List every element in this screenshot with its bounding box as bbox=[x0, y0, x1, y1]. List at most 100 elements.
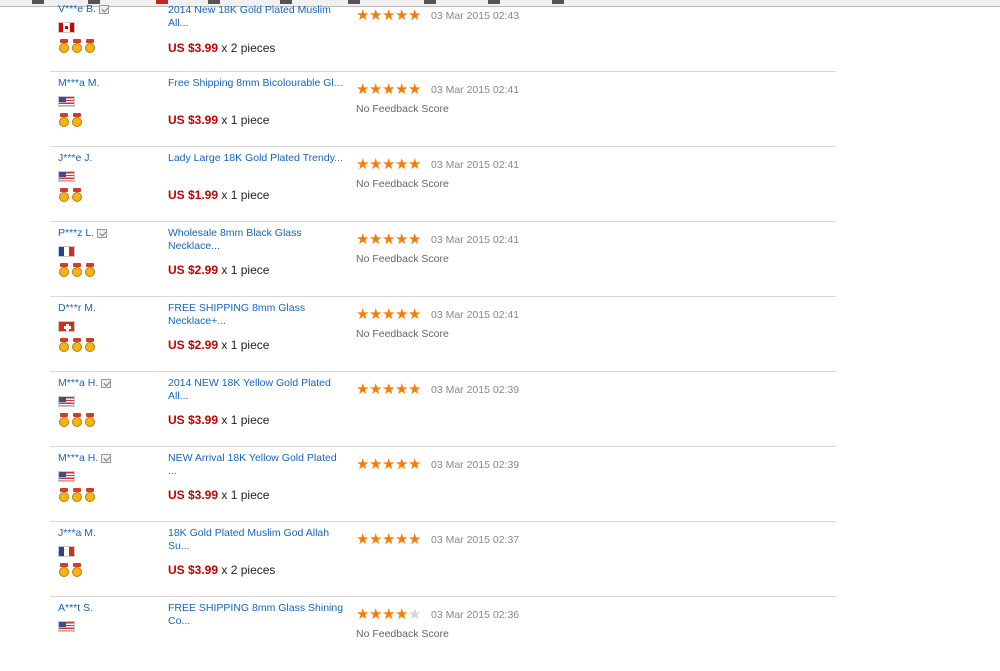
transaction-date: 03 Mar 2015 02:41 bbox=[431, 234, 520, 246]
buyer-cell: V***e B. bbox=[58, 3, 158, 54]
medal-icon bbox=[58, 188, 70, 203]
star-filled-icon: ★ bbox=[395, 7, 408, 24]
buyer-name: J***a M. bbox=[58, 527, 96, 540]
star-filled-icon: ★ bbox=[382, 81, 395, 98]
star-filled-icon: ★ bbox=[356, 306, 369, 323]
buyer-level-medals bbox=[58, 39, 158, 54]
star-filled-icon: ★ bbox=[408, 381, 421, 398]
unit-price: US $3.99 bbox=[168, 41, 219, 55]
transaction-date: 03 Mar 2015 02:37 bbox=[431, 534, 520, 546]
transaction-date: 03 Mar 2015 02:41 bbox=[431, 84, 520, 96]
quantity: x 1 piece bbox=[221, 113, 270, 127]
buyer-name: M***a H. bbox=[58, 377, 99, 390]
star-filled-icon: ★ bbox=[382, 231, 395, 248]
top-edge-mark bbox=[552, 0, 564, 4]
star-filled-icon: ★ bbox=[369, 531, 382, 548]
star-filled-icon: ★ bbox=[369, 381, 382, 398]
medal-icon bbox=[84, 488, 96, 503]
transaction-row: D***r M. FREE SHIPPING 8mm Glass Necklac… bbox=[50, 297, 836, 372]
star-filled-icon: ★ bbox=[395, 606, 408, 623]
product-cell: 18K Gold Plated Muslim God Allah Su... U… bbox=[168, 527, 344, 577]
feedback-score: No Feedback Score bbox=[356, 253, 449, 265]
product-link[interactable]: 18K Gold Plated Muslim God Allah Su... bbox=[168, 527, 344, 555]
star-filled-icon: ★ bbox=[356, 531, 369, 548]
star-filled-icon: ★ bbox=[356, 231, 369, 248]
medal-icon bbox=[71, 188, 83, 203]
top-edge-mark bbox=[424, 0, 436, 4]
medal-icon bbox=[58, 263, 70, 278]
buyer-cell: M***a M. bbox=[58, 77, 158, 128]
star-filled-icon: ★ bbox=[408, 81, 421, 98]
unit-price: US $3.99 bbox=[168, 488, 219, 502]
star-filled-icon: ★ bbox=[356, 156, 369, 173]
product-link[interactable]: Wholesale 8mm Black Glass Necklace... bbox=[168, 227, 344, 255]
feedback-cell: ★★★★★ 03 Mar 2015 02:43 bbox=[356, 7, 656, 29]
product-cell: FREE SHIPPING 8mm Glass Necklace+... US … bbox=[168, 302, 344, 352]
product-cell: Lady Large 18K Gold Plated Trendy... US … bbox=[168, 152, 344, 202]
product-cell: Free Shipping 8mm Bicolourable Gl... US … bbox=[168, 77, 344, 127]
star-filled-icon: ★ bbox=[395, 306, 408, 323]
price-line: US $3.99 x 2 pieces bbox=[168, 41, 275, 55]
price-line: US $1.99 x 1 piece bbox=[168, 188, 269, 202]
flag-us-icon bbox=[58, 396, 75, 408]
feedback-score: No Feedback Score bbox=[356, 628, 449, 640]
star-filled-icon: ★ bbox=[382, 7, 395, 24]
product-link[interactable]: 2014 NEW 18K Yellow Gold Plated All... bbox=[168, 377, 344, 405]
medal-icon bbox=[71, 413, 83, 428]
product-cell: 2014 New 18K Gold Plated Muslim All... U… bbox=[168, 4, 344, 55]
star-filled-icon: ★ bbox=[395, 81, 408, 98]
star-filled-icon: ★ bbox=[408, 306, 421, 323]
transaction-date: 03 Mar 2015 02:36 bbox=[431, 609, 520, 621]
flag-ca-icon bbox=[58, 22, 75, 34]
transaction-row: P***z L. Wholesale 8mm Black Glass Neckl… bbox=[50, 222, 836, 297]
buyer-name: M***a H. bbox=[58, 452, 99, 465]
star-filled-icon: ★ bbox=[382, 381, 395, 398]
star-filled-icon: ★ bbox=[356, 81, 369, 98]
star-filled-icon: ★ bbox=[408, 7, 421, 24]
star-filled-icon: ★ bbox=[382, 306, 395, 323]
quantity: x 1 piece bbox=[221, 188, 270, 202]
verified-buyer-icon bbox=[101, 378, 112, 388]
product-link[interactable]: NEW Arrival 18K Yellow Gold Plated ... bbox=[168, 452, 344, 480]
buyer-level-medals bbox=[58, 338, 158, 353]
medal-icon bbox=[71, 563, 83, 578]
unit-price: US $3.99 bbox=[168, 413, 219, 427]
flag-ch-icon bbox=[58, 321, 75, 333]
quantity: x 1 piece bbox=[221, 413, 270, 427]
star-filled-icon: ★ bbox=[408, 156, 421, 173]
medal-icon bbox=[58, 39, 70, 54]
product-link[interactable]: Free Shipping 8mm Bicolourable Gl... bbox=[168, 77, 344, 105]
feedback-cell: ★★★★★ 03 Mar 2015 02:37 bbox=[356, 531, 656, 553]
medal-icon bbox=[84, 413, 96, 428]
flag-us-icon bbox=[58, 621, 75, 633]
unit-price: US $2.99 bbox=[168, 263, 219, 277]
top-edge-mark bbox=[32, 0, 44, 4]
product-link[interactable]: FREE SHIPPING 8mm Glass Shining Co... bbox=[168, 602, 344, 630]
transaction-row: V***e B. 2014 New 18K Gold Plated Muslim… bbox=[50, 3, 836, 72]
price-line: US $3.99 x 1 piece bbox=[168, 488, 269, 502]
feedback-score: No Feedback Score bbox=[356, 103, 449, 115]
transaction-date: 03 Mar 2015 02:39 bbox=[431, 384, 520, 396]
star-rating: ★★★★★ bbox=[356, 7, 421, 24]
transaction-date: 03 Mar 2015 02:41 bbox=[431, 159, 520, 171]
star-rating: ★★★★★ bbox=[356, 606, 421, 623]
star-filled-icon: ★ bbox=[356, 381, 369, 398]
product-link[interactable]: FREE SHIPPING 8mm Glass Necklace+... bbox=[168, 302, 344, 330]
feedback-score: No Feedback Score bbox=[356, 328, 449, 340]
star-filled-icon: ★ bbox=[369, 306, 382, 323]
verified-buyer-icon bbox=[97, 228, 108, 238]
buyer-cell: J***a M. bbox=[58, 527, 158, 578]
medal-icon bbox=[58, 113, 70, 128]
product-link[interactable]: Lady Large 18K Gold Plated Trendy... bbox=[168, 152, 344, 180]
quantity: x 2 pieces bbox=[221, 41, 276, 55]
feedback-cell: ★★★★★ 03 Mar 2015 02:41 No Feedback Score bbox=[356, 231, 656, 265]
quantity: x 1 piece bbox=[221, 338, 270, 352]
medal-icon bbox=[71, 263, 83, 278]
buyer-level-medals bbox=[58, 113, 158, 128]
buyer-name: P***z L. bbox=[58, 227, 95, 240]
buyer-level-medals bbox=[58, 188, 158, 203]
buyer-name: V***e B. bbox=[58, 3, 96, 16]
medal-icon bbox=[58, 563, 70, 578]
buyer-cell: P***z L. bbox=[58, 227, 158, 278]
product-link[interactable]: 2014 New 18K Gold Plated Muslim All... bbox=[168, 4, 344, 32]
